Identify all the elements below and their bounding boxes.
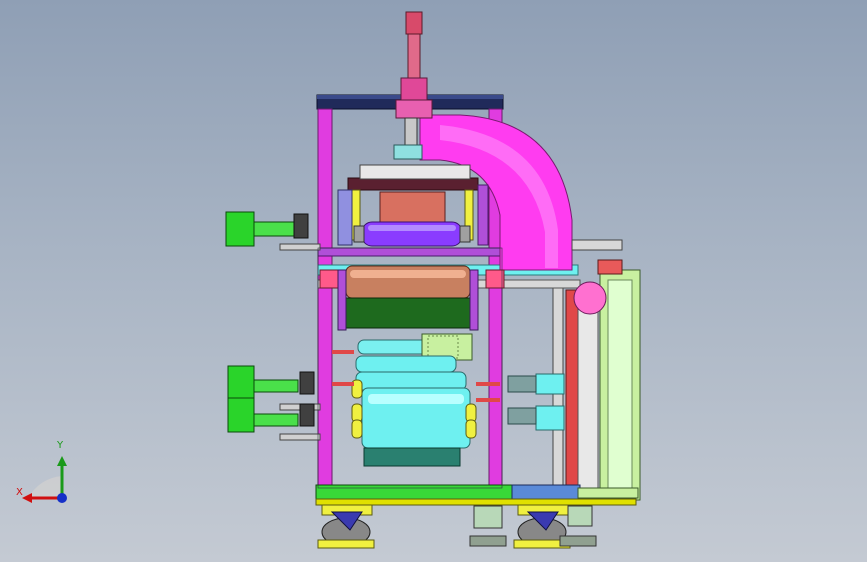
spindle-cap bbox=[405, 11, 423, 35]
pink-bearing-left bbox=[319, 269, 339, 289]
caster-left bbox=[317, 504, 375, 549]
red-tie-3 bbox=[476, 382, 500, 386]
purple-roller-cap-left bbox=[353, 225, 365, 243]
copper-roller-shine bbox=[350, 270, 466, 278]
right-tower-pulley bbox=[573, 281, 607, 315]
cyan-roller-2 bbox=[355, 371, 467, 391]
x-axis-head bbox=[22, 493, 32, 503]
cad-viewport[interactable]: X Y bbox=[0, 0, 867, 562]
right-tower-red-rail bbox=[565, 289, 579, 501]
right-small-block bbox=[597, 259, 623, 275]
dark-teal-sheet bbox=[363, 447, 461, 467]
y-axis-label: Y bbox=[57, 440, 64, 451]
upper-carriage-block bbox=[379, 191, 446, 223]
base-blue-beam bbox=[511, 484, 581, 500]
yellow-bearing-5 bbox=[465, 419, 477, 439]
right-top-bracket bbox=[571, 239, 623, 251]
z-axis-dot bbox=[57, 493, 67, 503]
purple-roller-shine bbox=[368, 225, 456, 231]
upper-carriage-plate bbox=[347, 177, 479, 191]
triad-plane-shade bbox=[28, 476, 62, 498]
red-tie-4 bbox=[476, 398, 500, 402]
right-cylinder-1 bbox=[507, 373, 565, 395]
base-green-beam bbox=[315, 484, 515, 500]
leveling-foot-mid bbox=[469, 505, 507, 547]
dark-green-roller bbox=[345, 297, 471, 329]
right-tower-inner bbox=[577, 299, 599, 501]
base-right-extension bbox=[577, 487, 639, 499]
yellow-bearing-3 bbox=[351, 419, 363, 439]
triad-graphic bbox=[22, 456, 67, 503]
frame-cross-rail-upper bbox=[317, 247, 503, 257]
upper-plate-blue bbox=[337, 189, 353, 246]
upper-sidebar-right bbox=[477, 184, 489, 246]
motor-upper-left bbox=[225, 211, 321, 251]
cyan-roller-1 bbox=[355, 355, 457, 373]
upper-carriage-top bbox=[359, 164, 471, 180]
yellow-bearing-4 bbox=[465, 403, 477, 423]
middle-small-roller bbox=[357, 339, 429, 355]
right-cylinder-2 bbox=[507, 405, 565, 431]
spindle-collar bbox=[395, 99, 433, 119]
red-tie-2 bbox=[332, 382, 354, 386]
red-tie-1 bbox=[332, 350, 354, 354]
left-frame-column bbox=[317, 108, 333, 490]
roller-side-left bbox=[337, 269, 347, 331]
right-tower-green-inner bbox=[607, 279, 633, 491]
spindle-head bbox=[400, 77, 428, 101]
y-axis-head bbox=[57, 456, 67, 466]
axis-triad: X Y bbox=[0, 430, 100, 540]
cyan-roller-3-shine bbox=[368, 394, 464, 404]
machine-assembly-model[interactable] bbox=[0, 0, 867, 562]
base-bottom-bar bbox=[315, 498, 637, 506]
x-axis-label: X bbox=[16, 487, 23, 498]
yellow-bearing-2 bbox=[351, 403, 363, 423]
spindle-rod bbox=[407, 33, 421, 80]
pink-bearing-right bbox=[485, 269, 505, 289]
roller-side-right bbox=[469, 269, 479, 331]
purple-roller-cap-right bbox=[459, 225, 471, 243]
spindle-coupler bbox=[393, 144, 423, 160]
motor-lower-left-2 bbox=[227, 397, 321, 441]
